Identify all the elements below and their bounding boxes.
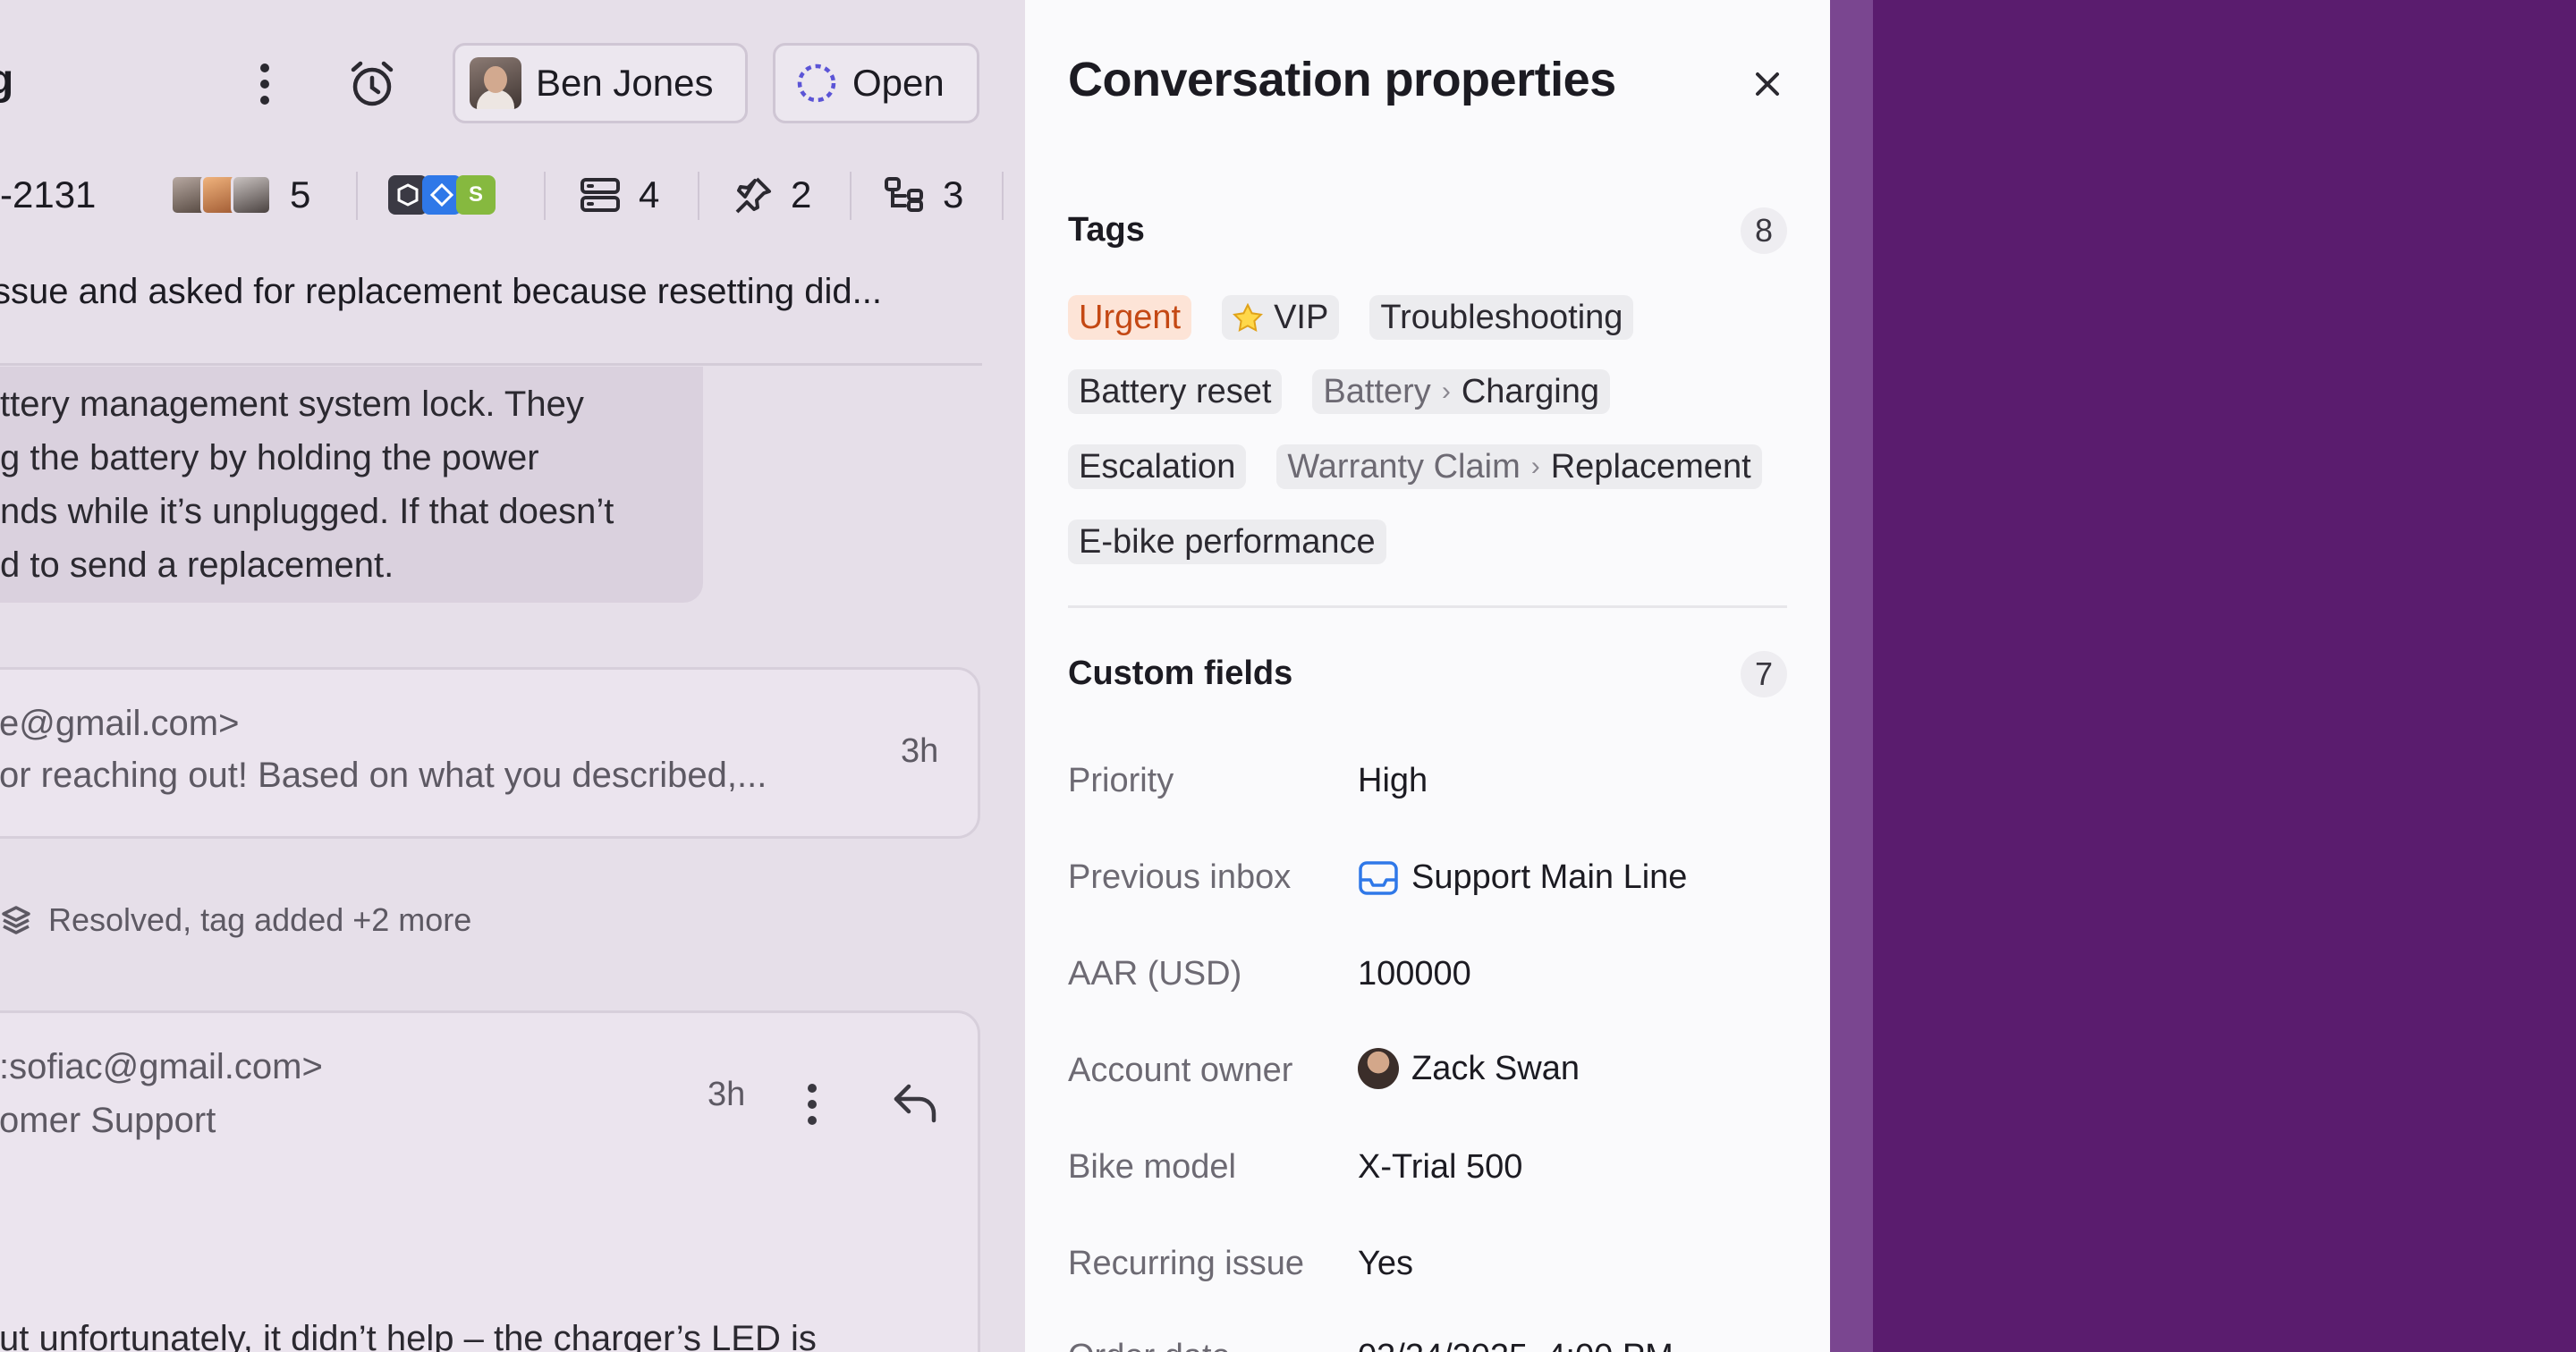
tag-parent: Battery <box>1323 372 1431 410</box>
summary-divider <box>0 363 982 366</box>
pinned-count-item[interactable]: 2 <box>733 166 811 224</box>
field-label-priority: Priority <box>1068 762 1174 799</box>
field-value-order-date[interactable]: 03/24/2025, 4:00 PM <box>1358 1338 1674 1352</box>
email-card-collapsed[interactable]: e@gmail.com> or reaching out! Based on w… <box>0 667 980 839</box>
tag-battery-reset[interactable]: Battery reset <box>1068 369 1283 414</box>
tag-row: Escalation Warranty Claim › Replacement <box>1068 444 1762 489</box>
tag-troubleshooting[interactable]: Troubleshooting <box>1369 295 1634 340</box>
bubble-line: nds while it’s unplugged. If that doesn’… <box>0 492 614 531</box>
field-label-bike-model: Bike model <box>1068 1148 1236 1186</box>
email-from: e@gmail.com> <box>0 704 240 743</box>
section-divider <box>1068 605 1787 608</box>
linked-count-item[interactable]: 3 <box>884 166 963 224</box>
field-label-recurring-issue: Recurring issue <box>1068 1245 1304 1282</box>
field-value-account-owner[interactable]: Zack Swan <box>1358 1048 1580 1089</box>
message-bubble: ttery management system lock. They g the… <box>0 367 703 603</box>
conversation-summary: ssue and asked for replacement because r… <box>0 272 882 311</box>
layers-icon <box>2 906 30 934</box>
status-button[interactable]: Open <box>773 43 979 123</box>
integrations[interactable]: S <box>388 166 496 224</box>
reply-icon[interactable] <box>888 1076 942 1129</box>
email-body: ut unfortunately, it didn’t help – the c… <box>0 1319 817 1352</box>
activity-text: Resolved, tag added +2 more <box>48 901 472 938</box>
field-value-text: Support Main Line <box>1411 858 1688 896</box>
pin-icon <box>735 177 771 214</box>
status-label: Open <box>852 62 945 104</box>
fields-count: 4 <box>639 173 660 215</box>
tag-label: VIP <box>1274 298 1329 336</box>
chevron-right-icon: › <box>1441 376 1451 406</box>
field-value-aar[interactable]: 100000 <box>1358 955 1471 993</box>
field-label-account-owner: Account owner <box>1068 1052 1293 1089</box>
field-label-aar: AAR (USD) <box>1068 955 1242 993</box>
field-value-text: 100000 <box>1358 955 1471 993</box>
assignee-name: Ben Jones <box>536 62 714 104</box>
assignee-avatar <box>470 57 521 109</box>
conversation-id-text: -2131 <box>0 173 97 215</box>
tag-battery-charging[interactable]: Battery › Charging <box>1312 369 1611 414</box>
tag-vip[interactable]: VIP <box>1222 295 1340 340</box>
custom-fields-heading: Custom fields <box>1068 655 1293 692</box>
activity-log[interactable]: Resolved, tag added +2 more <box>0 901 471 939</box>
email-preview: or reaching out! Based on what you descr… <box>0 756 767 795</box>
field-value-bike-model[interactable]: X-Trial 500 <box>1358 1148 1522 1187</box>
bubble-line: d to send a replacement. <box>0 545 394 585</box>
chevron-right-icon: › <box>1530 452 1540 481</box>
tags-count: 8 <box>1741 207 1787 254</box>
bubble-line: g the battery by holding the power <box>0 438 539 477</box>
tag-ebike-performance[interactable]: E-bike performance <box>1068 520 1386 564</box>
tag-child: Replacement <box>1550 447 1751 486</box>
field-value-text: X-Trial 500 <box>1358 1148 1523 1186</box>
tags-heading: Tags <box>1068 211 1145 249</box>
overlay-stripe <box>1830 0 1873 1352</box>
field-value-text: Yes <box>1358 1245 1413 1282</box>
email-time: 3h <box>901 732 939 770</box>
tag-parent: Warranty Claim <box>1287 447 1521 486</box>
panel-title: Conversation properties <box>1068 53 1616 106</box>
tag-warranty-replacement[interactable]: Warranty Claim › Replacement <box>1276 444 1762 489</box>
participant-avatar <box>231 174 272 215</box>
field-value-text: High <box>1358 762 1428 799</box>
snooze-alarm-icon[interactable] <box>345 57 399 111</box>
status-open-icon <box>797 63 836 103</box>
fields-icon <box>580 178 620 212</box>
email-from: :sofiac@gmail.com> <box>0 1047 323 1086</box>
field-value-recurring-issue[interactable]: Yes <box>1358 1245 1413 1283</box>
tag-row: Urgent VIP Troubleshooting <box>1068 295 1634 340</box>
email-more-icon[interactable] <box>799 1079 826 1129</box>
email-time: 3h <box>708 1076 746 1113</box>
field-value-text: 03/24/2025, 4:00 PM <box>1358 1338 1674 1352</box>
field-value-text: Zack Swan <box>1411 1049 1580 1087</box>
owner-avatar <box>1358 1048 1399 1089</box>
tag-row: E-bike performance <box>1068 520 1386 564</box>
conversation-title: g <box>0 56 14 104</box>
inbox-icon <box>1359 860 1398 895</box>
bubble-line: ttery management system lock. They <box>0 384 584 424</box>
star-icon <box>1233 303 1264 332</box>
field-label-previous-inbox: Previous inbox <box>1068 858 1292 896</box>
conversation-properties-panel: Conversation properties Tags 8 Urgent VI… <box>1025 0 1830 1352</box>
fields-count-item[interactable]: 4 <box>580 166 659 224</box>
email-card-expanded: :sofiac@gmail.com> omer Support 3h ut un… <box>0 1010 980 1352</box>
linked-count: 3 <box>943 173 964 215</box>
email-to: omer Support <box>0 1101 216 1140</box>
pinned-count: 2 <box>791 173 812 215</box>
tag-row: Battery reset Battery › Charging <box>1068 369 1611 414</box>
conversation-pane: g Ben Jones Open -2131 5 S 4 2 3 ssue an… <box>0 0 1025 1352</box>
conversation-id: -2131 <box>0 166 96 224</box>
tag-child: Charging <box>1461 372 1600 410</box>
shopify-app-icon: S <box>456 175 496 215</box>
field-value-priority[interactable]: High <box>1358 762 1428 800</box>
linked-conversations-icon <box>885 177 923 212</box>
assignee-button[interactable]: Ben Jones <box>453 43 749 123</box>
custom-fields-count: 7 <box>1741 651 1787 697</box>
more-options-icon[interactable] <box>247 59 283 109</box>
close-icon[interactable] <box>1741 57 1794 111</box>
tag-urgent[interactable]: Urgent <box>1068 295 1192 340</box>
tag-escalation[interactable]: Escalation <box>1068 444 1247 489</box>
participants[interactable]: 5 <box>170 166 310 224</box>
field-label-order-date: Order date <box>1068 1338 1231 1352</box>
participants-count: 5 <box>290 173 311 215</box>
field-value-previous-inbox[interactable]: Support Main Line <box>1358 858 1687 897</box>
